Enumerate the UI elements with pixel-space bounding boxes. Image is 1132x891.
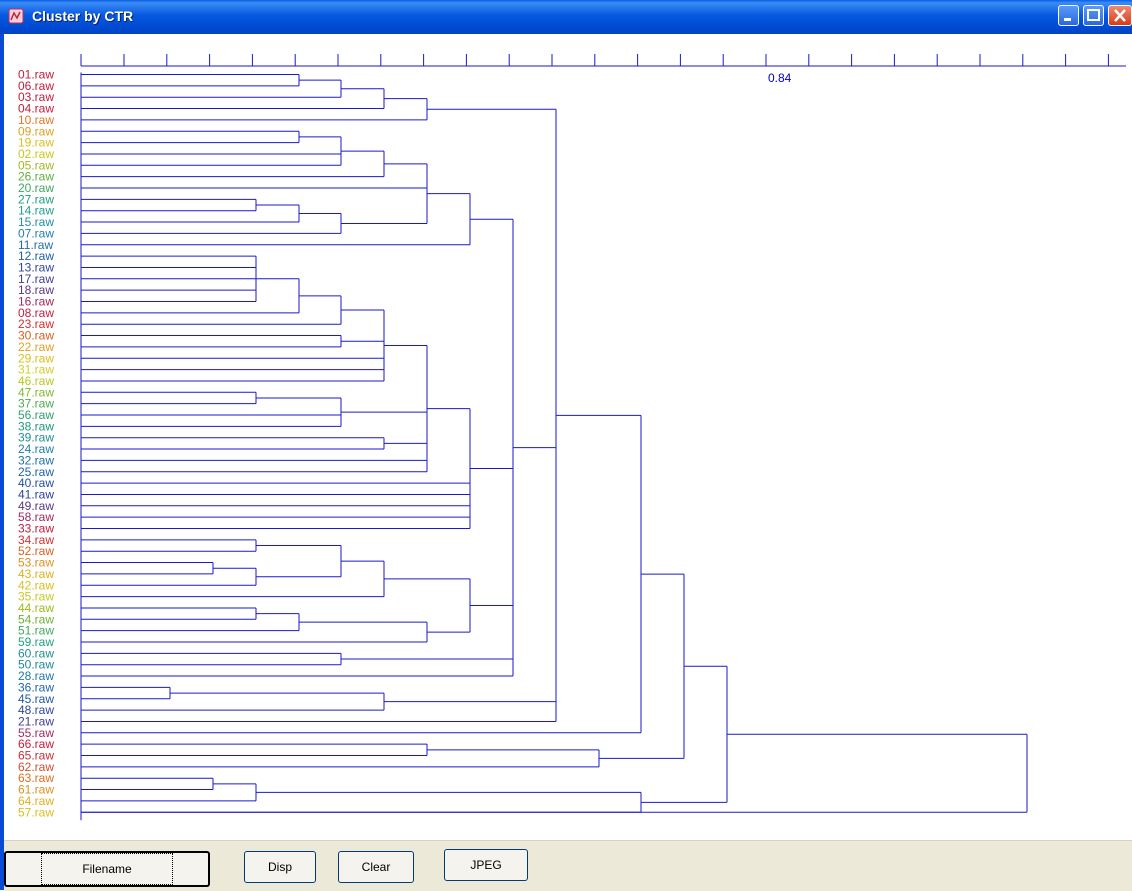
minimize-icon: [1064, 18, 1071, 21]
button-bar: Filename Disp Clear JPEG: [4, 840, 1132, 891]
clear-button[interactable]: Clear: [338, 851, 414, 883]
maximize-icon: [1087, 9, 1100, 21]
title-bar[interactable]: Cluster by CTR: [0, 0, 1132, 34]
distance-axis: 0.84: [80, 54, 1126, 85]
leaf-labels: 01.raw06.raw03.raw04.raw10.raw09.raw19.r…: [18, 68, 54, 820]
leaf-label: 57.raw: [18, 805, 54, 819]
close-icon: [1114, 9, 1126, 22]
maximize-button[interactable]: [1083, 5, 1104, 26]
window-title: Cluster by CTR: [32, 8, 134, 24]
minimize-button[interactable]: [1058, 5, 1079, 26]
disp-button[interactable]: Disp: [244, 851, 316, 883]
close-button[interactable]: [1108, 5, 1132, 26]
filename-button-label: Filename: [41, 853, 173, 885]
dendrogram-links: [80, 72, 1028, 821]
axis-tick-label: 0.84: [768, 71, 792, 85]
app-icon: [8, 8, 24, 24]
dendrogram-plot: 0.84 01.raw06.raw03.raw04.raw10.raw09.ra…: [18, 54, 1126, 821]
cluster-window: Cluster by CTR 0.84 01.raw 06.raw 03.raw 04…: [0, 0, 1132, 891]
filename-button[interactable]: Filename: [4, 851, 210, 887]
jpeg-button[interactable]: JPEG: [444, 849, 528, 881]
